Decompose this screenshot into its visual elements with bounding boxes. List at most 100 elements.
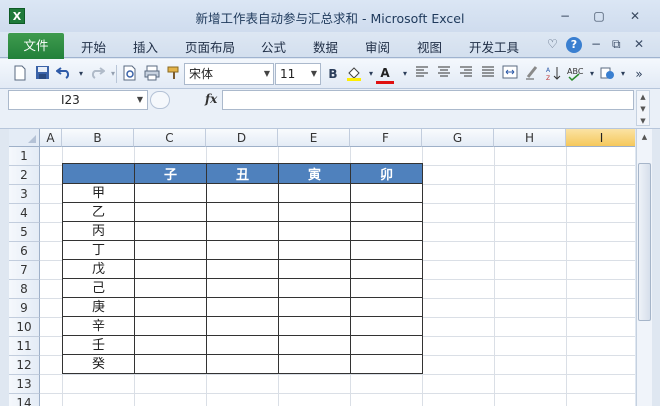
column-header-b[interactable]: B: [62, 129, 134, 147]
cell[interactable]: [134, 221, 207, 241]
workbook-restore-icon[interactable]: ⧉: [612, 37, 621, 52]
cell[interactable]: [206, 259, 279, 279]
header-cell[interactable]: 丑: [206, 163, 279, 184]
row-label-cell[interactable]: 己: [62, 278, 135, 298]
tab-page-layout[interactable]: 页面布局: [185, 37, 235, 56]
cell[interactable]: [350, 202, 423, 222]
cell[interactable]: [206, 354, 279, 374]
sort-icon[interactable]: AZ: [544, 65, 562, 83]
font-color-dropdown-icon[interactable]: ▾: [396, 65, 414, 83]
row-label-cell[interactable]: 乙: [62, 202, 135, 222]
formula-bar-splitter-handle[interactable]: [150, 91, 170, 109]
column-header-d[interactable]: D: [206, 129, 278, 147]
undo-icon[interactable]: [55, 65, 73, 83]
cell[interactable]: [350, 316, 423, 336]
select-all-button[interactable]: [9, 129, 40, 147]
row-header-13[interactable]: 13: [9, 375, 40, 394]
column-header-h[interactable]: H: [494, 129, 566, 147]
row-header-5[interactable]: 5: [9, 223, 40, 242]
row-label-cell[interactable]: 癸: [62, 354, 135, 374]
cell[interactable]: [278, 183, 351, 203]
name-box[interactable]: I23 ▼: [8, 90, 148, 110]
cell[interactable]: [206, 297, 279, 317]
font-size-select[interactable]: 11 ▼: [275, 63, 321, 85]
restore-button[interactable]: ▢: [588, 8, 610, 24]
cell[interactable]: [278, 202, 351, 222]
row-header-4[interactable]: 4: [9, 204, 40, 223]
cell[interactable]: [278, 278, 351, 298]
workbook-minimize-icon[interactable]: −: [591, 37, 601, 51]
toolbar-overflow-icon[interactable]: »: [630, 65, 648, 83]
row-label-cell[interactable]: 庚: [62, 297, 135, 317]
row-header-7[interactable]: 7: [9, 261, 40, 280]
save-icon[interactable]: [33, 65, 51, 83]
cell[interactable]: [350, 221, 423, 241]
cell[interactable]: [278, 221, 351, 241]
bold-button[interactable]: B: [324, 65, 342, 83]
column-header-g[interactable]: G: [422, 129, 494, 147]
row-label-cell[interactable]: 壬: [62, 335, 135, 355]
cell[interactable]: [278, 259, 351, 279]
cell[interactable]: [206, 335, 279, 355]
cell[interactable]: [350, 240, 423, 260]
row-header-8[interactable]: 8: [9, 280, 40, 299]
tab-review[interactable]: 审阅: [365, 37, 390, 56]
cell[interactable]: [278, 297, 351, 317]
row-label-cell[interactable]: 甲: [62, 183, 135, 203]
align-right-icon[interactable]: [457, 65, 475, 83]
cell[interactable]: [206, 202, 279, 222]
cell[interactable]: [278, 335, 351, 355]
cell[interactable]: [134, 335, 207, 355]
cell[interactable]: [134, 278, 207, 298]
spell-check-icon[interactable]: ABC: [566, 65, 584, 83]
scroll-up-icon[interactable]: ▲: [638, 130, 651, 144]
font-color-button[interactable]: A: [376, 65, 394, 84]
row-label-cell[interactable]: 辛: [62, 316, 135, 336]
print-preview-icon[interactable]: [121, 65, 139, 83]
minimize-button[interactable]: −: [554, 8, 576, 24]
cell[interactable]: [206, 316, 279, 336]
tab-developer[interactable]: 开发工具: [469, 37, 519, 56]
row-header-12[interactable]: 12: [9, 356, 40, 375]
tab-insert[interactable]: 插入: [133, 37, 158, 56]
cell[interactable]: [278, 316, 351, 336]
row-header-6[interactable]: 6: [9, 242, 40, 261]
cell[interactable]: [134, 354, 207, 374]
cell[interactable]: [134, 183, 207, 203]
tab-formulas[interactable]: 公式: [261, 37, 286, 56]
tab-file[interactable]: 文件: [8, 33, 64, 59]
column-header-i[interactable]: I: [566, 129, 635, 147]
cell[interactable]: [278, 354, 351, 374]
cell[interactable]: [278, 240, 351, 260]
cell[interactable]: [350, 297, 423, 317]
header-cell[interactable]: 卯: [350, 163, 423, 184]
format-painter-icon[interactable]: [165, 65, 183, 83]
tab-view[interactable]: 视图: [417, 37, 442, 56]
column-header-f[interactable]: F: [350, 129, 422, 147]
fill-color-icon[interactable]: [345, 65, 363, 83]
row-header-9[interactable]: 9: [9, 299, 40, 318]
justify-icon[interactable]: [479, 65, 497, 83]
scrollbar-thumb[interactable]: [638, 163, 651, 321]
cell[interactable]: [134, 259, 207, 279]
cell[interactable]: [350, 335, 423, 355]
merge-center-icon[interactable]: [501, 65, 519, 83]
cell[interactable]: [206, 240, 279, 260]
align-left-icon[interactable]: [413, 65, 431, 83]
workbook-close-icon[interactable]: ✕: [634, 37, 644, 51]
column-header-c[interactable]: C: [134, 129, 206, 147]
row-label-cell[interactable]: 丁: [62, 240, 135, 260]
header-cell[interactable]: 子: [134, 163, 207, 184]
worksheet-grid[interactable]: A B C D E F G H I 1 2 3 4 5 6 7 8 9 10 1…: [9, 129, 635, 406]
cell[interactable]: [134, 202, 207, 222]
header-cell[interactable]: 寅: [278, 163, 351, 184]
cell[interactable]: [350, 278, 423, 298]
tab-data[interactable]: 数据: [313, 37, 338, 56]
print-icon[interactable]: [143, 65, 161, 83]
formula-input[interactable]: [222, 90, 634, 110]
cell[interactable]: [350, 183, 423, 203]
cell[interactable]: [350, 259, 423, 279]
minimize-ribbon-icon[interactable]: ♡: [547, 37, 558, 51]
new-file-icon[interactable]: [11, 65, 29, 83]
column-header-a[interactable]: A: [40, 129, 62, 147]
